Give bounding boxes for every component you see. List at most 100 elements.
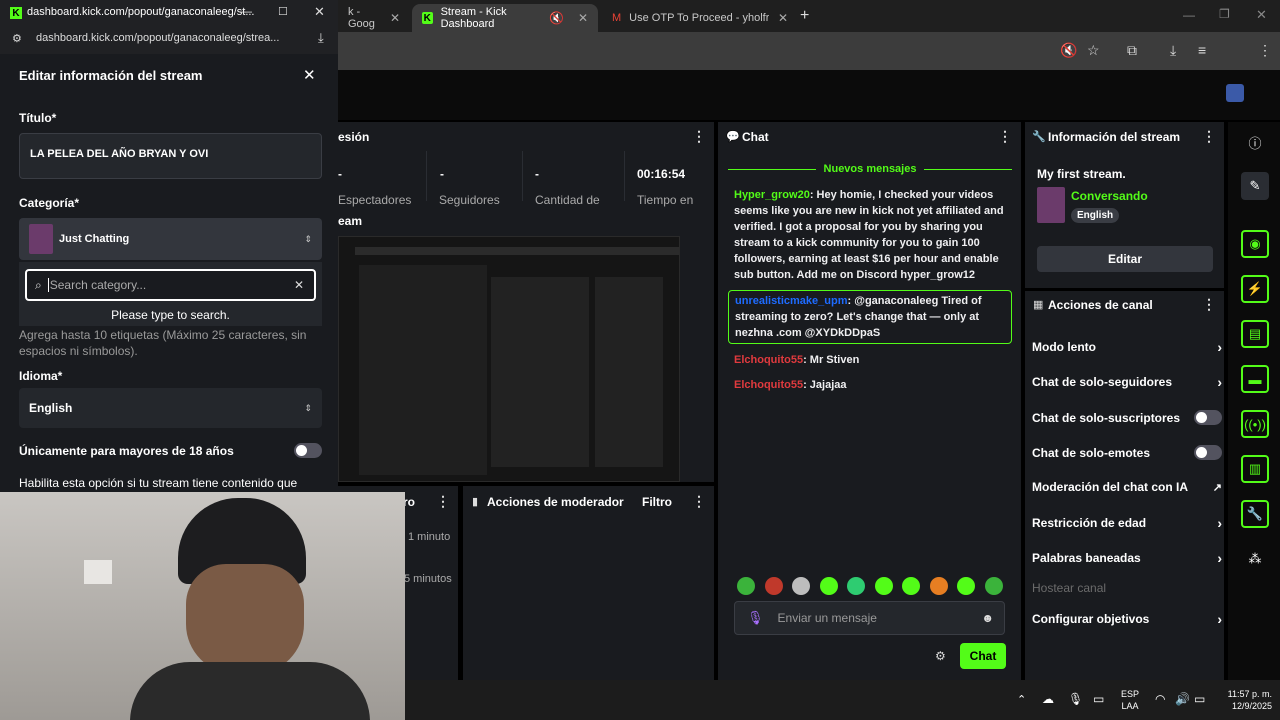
microphone-icon[interactable]: 🎙: [1068, 692, 1083, 706]
chat-send-button[interactable]: Chat: [960, 643, 1006, 669]
age-restriction-row[interactable]: Restricción de edad ›: [1032, 515, 1222, 531]
lightning-icon[interactable]: ⚡: [1241, 275, 1269, 303]
stream-preview[interactable]: [338, 236, 680, 482]
restore-icon[interactable]: ❐: [1219, 7, 1230, 21]
minimize-icon[interactable]: —: [240, 4, 252, 18]
close-icon[interactable]: ✕: [390, 11, 400, 25]
menu-icon[interactable]: ⋮: [1258, 42, 1272, 59]
battery-icon[interactable]: ▭: [1194, 692, 1205, 706]
cloud-icon[interactable]: ☁: [1042, 692, 1054, 706]
camera-icon[interactable]: ◉: [1241, 230, 1269, 258]
chat-username[interactable]: Elchoquito55: [734, 354, 803, 366]
tab-label: Use OTP To Proceed - yholfredy: [629, 12, 770, 24]
emote-icon[interactable]: [847, 577, 865, 595]
broadcast-icon[interactable]: ((•)): [1241, 410, 1269, 438]
document-icon[interactable]: ▤: [1241, 320, 1269, 348]
close-icon[interactable]: ✕: [778, 11, 788, 25]
grid-icon: ▦: [1033, 299, 1044, 311]
download-icon[interactable]: ⤓: [318, 30, 324, 46]
clock[interactable]: 11:57 p. m. 12/9/2025: [1216, 688, 1272, 712]
volume-icon[interactable]: 🔊: [1175, 692, 1190, 706]
edit-button[interactable]: Editar: [1037, 246, 1213, 272]
more-icon[interactable]: ⋮: [692, 128, 706, 145]
clear-icon[interactable]: ✕: [294, 278, 304, 292]
slow-mode-row[interactable]: Modo lento ›: [1032, 339, 1222, 355]
lang-bottom: LAA: [1121, 701, 1139, 711]
new-tab-icon[interactable]: +: [800, 7, 809, 25]
emote-icon[interactable]: [792, 577, 810, 595]
mute-site-icon[interactable]: 🔇: [1060, 42, 1077, 59]
pencil-icon[interactable]: ✎: [1241, 172, 1269, 200]
user-avatar[interactable]: [1226, 84, 1244, 102]
extensions-icon[interactable]: ⧉: [1127, 42, 1137, 59]
more-icon[interactable]: ⋮: [692, 493, 706, 510]
info-icon[interactable]: ⓘ: [1241, 128, 1269, 156]
site-settings-icon[interactable]: ⚙: [12, 32, 22, 45]
close-window-icon[interactable]: ✕: [314, 4, 325, 20]
emotes-only-row: Chat de solo-emotes: [1032, 445, 1222, 460]
tab-google[interactable]: k - Goog ✕: [338, 4, 410, 32]
tab-kick-dashboard[interactable]: K Stream - Kick Dashboard 🔇 ✕: [412, 4, 598, 32]
adult-toggle[interactable]: [294, 443, 322, 458]
emote-icon[interactable]: [985, 577, 1003, 595]
more-icon[interactable]: ⋮: [1202, 128, 1216, 145]
maximize-icon[interactable]: ☐: [278, 5, 288, 18]
chat-input[interactable]: 🎙 Enviar un mensaje ☻: [734, 601, 1005, 635]
language-indicator[interactable]: ESP LAA: [1121, 688, 1139, 712]
emote-icon[interactable]: [765, 577, 783, 595]
more-icon[interactable]: ⋮: [436, 493, 450, 510]
chat-bubble-icon[interactable]: ▬: [1241, 365, 1269, 393]
shirt: [130, 662, 370, 720]
apps-icon[interactable]: ⁂: [1241, 545, 1269, 573]
more-icon[interactable]: ⋮: [998, 128, 1012, 145]
download-icon[interactable]: ⤓: [1170, 42, 1176, 59]
emote-icon[interactable]: [930, 577, 948, 595]
chat-username[interactable]: Elchoquito55: [734, 379, 803, 391]
followers-only-row[interactable]: Chat de solo-seguidores ›: [1032, 374, 1222, 390]
emoji-icon[interactable]: ☻: [981, 611, 994, 625]
search-hint: Please type to search.: [111, 308, 230, 322]
ai-moderation-row[interactable]: Moderación del chat con IA ↗: [1032, 480, 1222, 494]
windows-taskbar: ⌃ ☁ 🎙 ▭ ESP LAA ◠ 🔊 ▭ 11:57 p. m. 12/9/202…: [405, 680, 1280, 720]
chevron-right-icon: ›: [1217, 339, 1222, 355]
layout-icon[interactable]: ▥: [1241, 455, 1269, 483]
emote-icon[interactable]: [737, 577, 755, 595]
minimize-icon[interactable]: —: [1183, 8, 1195, 22]
chat-username[interactable]: Hyper_grow20: [734, 189, 810, 201]
settings-gear-icon[interactable]: ⚙: [935, 649, 946, 663]
category-dropdown: ⌕ Search category... ✕ Please type to se…: [19, 262, 322, 326]
microphone-icon[interactable]: 🎙: [747, 610, 764, 626]
more-icon[interactable]: ⋮: [1202, 296, 1216, 313]
emote-icon[interactable]: [902, 577, 920, 595]
close-icon[interactable]: ✕: [303, 66, 316, 84]
activity-item: 5 minutos: [404, 573, 452, 585]
title-input[interactable]: LA PELEA DEL AÑO BRYAN Y OVI: [19, 133, 322, 179]
wifi-icon[interactable]: ◠: [1155, 692, 1165, 706]
category-link[interactable]: Conversando: [1071, 189, 1148, 203]
emote-icon[interactable]: [820, 577, 838, 595]
tools-icon[interactable]: 🔧: [1241, 500, 1269, 528]
emote-icon[interactable]: [957, 577, 975, 595]
close-window-icon[interactable]: ✕: [1256, 7, 1267, 23]
language-select[interactable]: English ⇕: [19, 388, 322, 428]
activity-item: 1 minuto: [408, 531, 451, 543]
category-select[interactable]: Just Chatting ⇕: [19, 218, 322, 260]
goals-row[interactable]: Configurar objetivos ›: [1032, 611, 1222, 627]
chevron-right-icon: ›: [1217, 550, 1222, 566]
filter-button[interactable]: Filtro: [642, 495, 672, 509]
bookmark-star-icon[interactable]: ☆: [1087, 42, 1100, 59]
chat-icon: 💬: [726, 131, 740, 143]
emote-icon[interactable]: [875, 577, 893, 595]
media-icon[interactable]: ≡: [1198, 42, 1206, 58]
chevron-up-icon[interactable]: ⌃: [1017, 693, 1026, 706]
subscribers-only-toggle[interactable]: [1194, 410, 1222, 425]
mute-icon[interactable]: 🔇: [549, 11, 564, 25]
popup-url[interactable]: dashboard.kick.com/popout/ganaconaleeg/s…: [36, 32, 279, 44]
tab-otp[interactable]: M Use OTP To Proceed - yholfredy ✕: [602, 4, 798, 32]
category-search-input[interactable]: ⌕ Search category... ✕: [25, 269, 316, 301]
display-icon[interactable]: ▭: [1093, 692, 1104, 706]
emotes-only-toggle[interactable]: [1194, 445, 1222, 460]
banned-words-row[interactable]: Palabras baneadas ›: [1032, 550, 1222, 566]
close-icon[interactable]: ✕: [578, 11, 588, 25]
chat-username[interactable]: unrealisticmake_upm: [735, 295, 848, 307]
